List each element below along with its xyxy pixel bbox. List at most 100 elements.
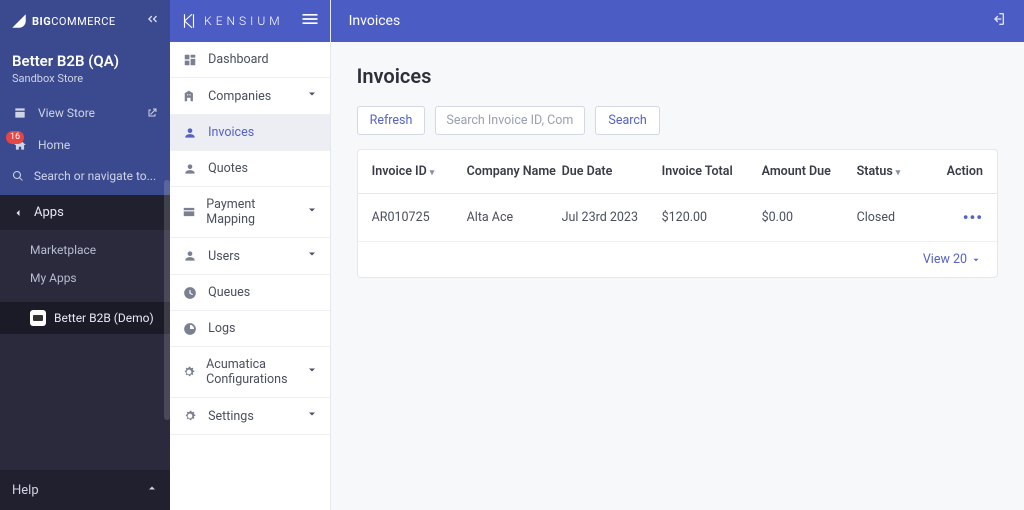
apps-section-header[interactable]: Apps [0,195,170,230]
kensium-nav: KENSIUM Dashboard Companies Invoices Quotes… [170,0,331,510]
col-total[interactable]: Invoice Total [662,164,762,179]
kensium-header: KENSIUM [170,0,330,42]
app-icon [30,310,46,326]
table-row: AR010725Alta AceJul 23rd 2023$120.00$0.0… [358,194,997,242]
person-icon [182,162,198,176]
store-header: Better B2B (QA) Sandbox Store [0,42,170,97]
col-action: Action [947,164,983,179]
col-amount-due[interactable]: Amount Due [762,164,857,179]
col-invoice-id[interactable]: Invoice ID▾ [372,164,467,179]
logs-icon [182,322,198,336]
home-label: Home [38,138,70,152]
cell-total: $120.00 [662,210,762,225]
view-store-link[interactable]: View Store [0,97,170,129]
col-status[interactable]: Status▾ [857,164,947,179]
col-due[interactable]: Due Date [562,164,662,179]
sort-icon: ▾ [430,168,435,178]
nav-item-users[interactable]: Users [170,238,330,275]
nav-item-label: Settings [208,409,254,424]
person-icon [182,126,198,140]
cell-invoice-id: AR010725 [372,210,467,225]
invoice-search-input[interactable] [435,106,585,135]
store-icon [13,106,27,120]
table-header: Invoice ID▾ Company Name Due Date Invoic… [358,150,997,194]
search-button[interactable]: Search [595,106,659,135]
chevron-up-icon [146,482,158,494]
table-footer: View 20 [358,242,997,277]
bigcommerce-icon [10,12,28,30]
controls-row: Refresh Search [357,106,998,135]
chevron-left-icon [12,207,24,219]
nav-item-dashboard[interactable]: Dashboard [170,42,330,78]
chevron-down-icon [306,248,318,264]
bc-topbar: BIGCOMMERCE [0,0,170,42]
dashboard-icon [182,53,198,67]
gear-icon [182,365,196,379]
main-area: Invoices Invoices Refresh Search Invoice… [331,0,1024,510]
main-header: Invoices [331,0,1024,42]
nav-item-invoices[interactable]: Invoices [170,115,330,151]
sidebar-collapse-button[interactable] [144,11,160,31]
bigcommerce-sidebar: BIGCOMMERCE Better B2B (QA) Sandbox Stor… [0,0,170,510]
refresh-button[interactable]: Refresh [357,106,426,135]
sidebar-item-marketplace[interactable]: Marketplace [0,236,170,264]
hamburger-icon [300,9,320,29]
chevron-double-left-icon [144,11,160,27]
search-icon [12,169,24,183]
kensium-logo: KENSIUM [180,12,284,30]
person-icon [182,249,198,263]
kensium-icon [180,12,198,30]
nav-item-acumatica-configurations[interactable]: Acumatica Configurations [170,347,330,398]
nav-item-label: Quotes [208,161,248,176]
caret-down-icon [971,255,981,265]
chevron-down-icon [306,408,318,424]
kensium-menu-toggle[interactable] [300,9,320,33]
nav-item-label: Users [208,249,240,264]
nav-item-companies[interactable]: Companies [170,78,330,115]
store-name: Better B2B (QA) [12,52,158,70]
col-company[interactable]: Company Name [467,164,562,179]
company-icon [182,89,198,103]
gear-icon [182,409,198,423]
cell-company: Alta Ace [467,210,562,225]
chevron-down-icon [306,88,318,104]
chevron-down-icon [306,364,318,380]
sidebar-search-input[interactable] [34,169,158,183]
nav-item-label: Invoices [208,125,254,140]
apps-subitems: Marketplace My Apps [0,230,170,302]
home-badge: 16 [6,131,24,144]
breadcrumb-title: Invoices [349,13,401,29]
store-type: Sandbox Store [12,72,158,85]
sidebar-item-better-b2b[interactable]: Better B2B (Demo) [0,302,170,334]
main-body: Invoices Refresh Search Invoice ID▾ Comp… [331,42,1024,300]
nav-item-label: Logs [208,321,235,336]
sidebar-search[interactable] [0,161,170,195]
sort-icon: ▾ [896,168,901,178]
nav-item-quotes[interactable]: Quotes [170,151,330,187]
exit-icon [990,11,1006,27]
nav-item-queues[interactable]: Queues [170,275,330,311]
queue-icon [182,286,198,300]
nav-item-label: Acumatica Configurations [206,357,296,387]
nav-item-settings[interactable]: Settings [170,398,330,435]
nav-item-label: Companies [208,89,271,104]
sidebar-item-my-apps[interactable]: My Apps [0,264,170,292]
logo-prefix: BIG [32,15,51,28]
kensium-brand-text: KENSIUM [204,14,284,28]
nav-item-label: Payment Mapping [206,197,295,227]
page-title: Invoices [357,64,998,88]
sidebar-scrollbar[interactable] [164,180,170,420]
nav-item-logs[interactable]: Logs [170,311,330,347]
chevron-down-icon [306,204,318,220]
view-count-label: View 20 [923,252,967,267]
bigcommerce-logo: BIGCOMMERCE [10,12,116,30]
nav-item-payment-mapping[interactable]: Payment Mapping [170,187,330,238]
row-actions-button[interactable]: ••• [963,208,983,227]
home-link[interactable]: 16 Home [0,129,170,161]
help-label: Help [12,483,39,498]
invoice-table: Invoice ID▾ Company Name Due Date Invoic… [357,149,998,278]
header-action-button[interactable] [990,11,1006,31]
view-count-dropdown[interactable]: View 20 [923,252,981,267]
apps-heading: Apps [34,205,64,220]
help-button[interactable]: Help [0,470,170,510]
